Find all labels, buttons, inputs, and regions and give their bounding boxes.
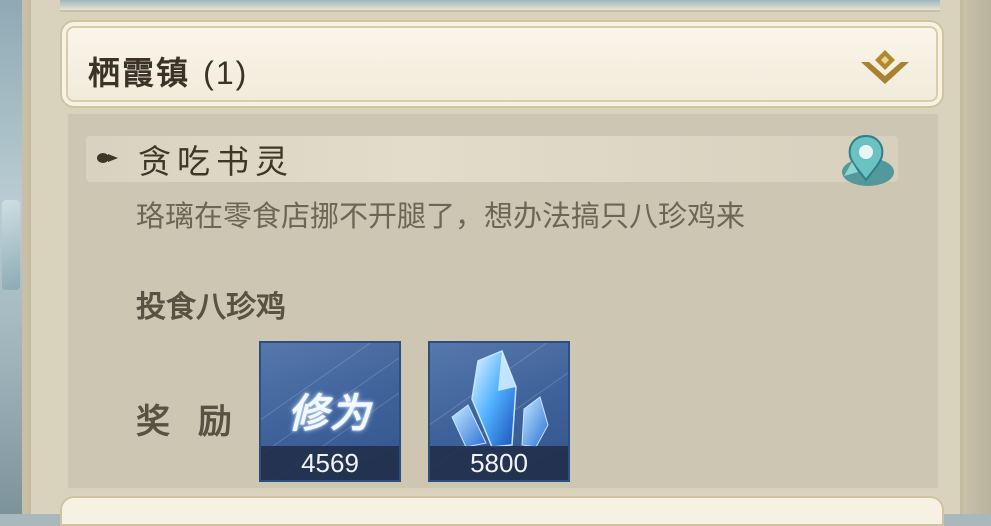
quest-description: 珞璃在零食店挪不开腿了，想办法搞只八珍鸡来 [136,199,746,233]
reward-quantity: 4569 [261,446,399,480]
cultivation-icon-text: 修为 [288,390,372,437]
locate-map-pin-icon[interactable] [832,132,898,190]
rewards-label: 奖 励 [136,402,240,442]
region-name: 栖霞镇 [88,54,191,92]
region-header[interactable]: 栖霞镇 (1) [60,20,944,108]
background-left [0,0,28,514]
scrollbar-track[interactable] [963,0,991,514]
background-decoration [2,200,20,290]
quest-objective: 投食八珍鸡 [136,290,286,325]
collapse-toggle-icon[interactable] [857,48,913,88]
next-region-header[interactable] [60,496,944,526]
region-title: 栖霞镇 (1) [88,48,248,94]
quest-name: 贪吃书灵 [138,142,294,181]
reward-quantity: 5800 [430,446,568,480]
region-quest-count: (1) [203,55,249,91]
previous-card-bottom [60,0,940,12]
reward-item-cultivation[interactable]: 修为 4569 [259,341,401,482]
reward-item-crystal[interactable]: 5800 [428,341,570,482]
bullet-icon [94,150,120,166]
blue-crystal-icon [451,350,549,448]
